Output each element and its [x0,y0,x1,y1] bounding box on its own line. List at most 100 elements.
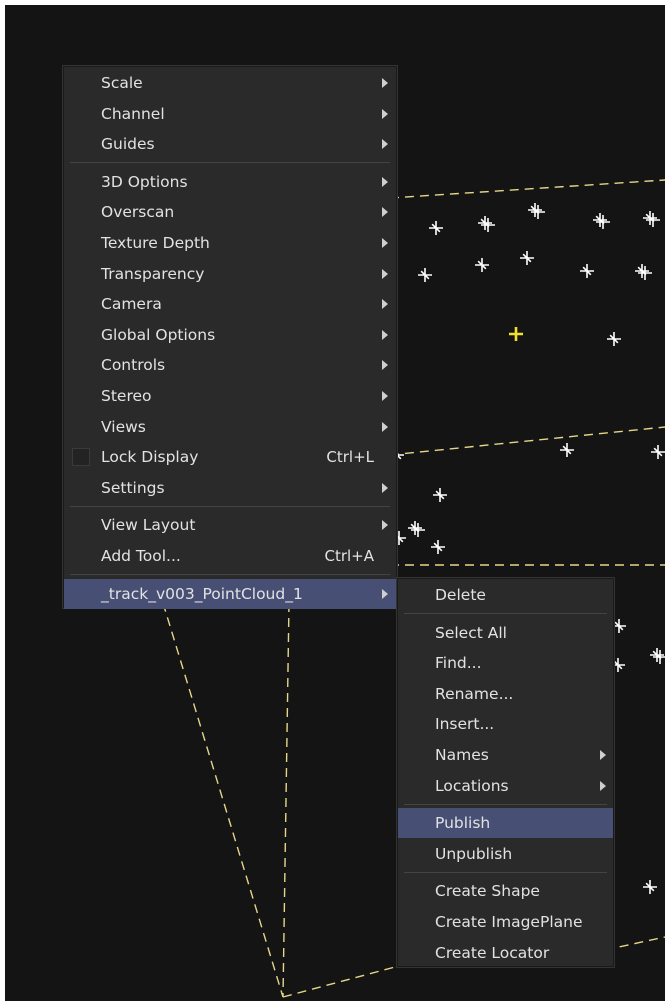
menu-item-rename[interactable]: Rename... [398,679,613,709]
menu-item-lock-display[interactable]: Lock Display Ctrl+L [64,442,396,472]
submenu-arrow-icon [382,482,388,493]
menu-item-overscan[interactable]: Overscan [64,197,396,227]
point-marker [560,443,574,457]
point-marker [593,213,610,229]
guide-line [282,602,290,998]
point-marker [635,264,652,280]
menu-item-label: Guides [101,135,155,154]
menu-item-label: Scale [101,74,143,92]
menu-item-label: Create ImagePlane [435,913,583,931]
shortcut-label: Ctrl+L [326,448,374,467]
submenu-arrow-icon [600,750,606,760]
menu-item-label: Create Locator [435,943,550,962]
menu-item-label: Transparency [101,264,205,283]
point-marker [418,268,432,282]
point-marker [643,211,660,227]
point-marker [528,203,545,219]
menu-item-3d-options[interactable]: 3D Options [64,167,396,197]
menu-item-scale[interactable]: Scale [64,68,396,98]
selected-point-marker [509,327,523,341]
guide-line [282,966,396,998]
submenu-arrow-icon [600,780,606,791]
point-marker [431,540,445,554]
menu-item-track-v003-pointcloud-1[interactable]: _track_v003_PointCloud_1 [64,578,396,609]
menu-item-label: _track_v003_PointCloud_1 [101,584,303,603]
menu-item-select-all[interactable]: Select All [398,618,613,648]
guide-line [389,426,665,456]
menu-item-views[interactable]: Views [64,412,396,442]
menu-item-find[interactable]: Find... [398,648,613,678]
menu-item-label: Delete [435,586,486,604]
menu-item-label: Overscan [101,203,175,222]
menu-item-texture-depth[interactable]: Texture Depth [64,228,396,258]
menu-item-delete[interactable]: Delete [398,580,613,610]
menu-item-guides[interactable]: Guides [64,129,396,159]
menu-item-label: Add Tool... [101,547,181,565]
menu-item-label: Lock Display [101,448,199,467]
menu-item-create-shape[interactable]: Create Shape [398,876,613,906]
point-marker [650,648,665,664]
menu-separator [404,613,607,615]
menu-item-camera[interactable]: Camera [64,289,396,319]
point-marker [651,445,665,459]
menu-item-label: Find... [435,654,482,673]
menu-item-create-imageplane[interactable]: Create ImagePlane [398,907,613,937]
3d-viewport[interactable]: Scale Channel Guides 3D Options Overscan Text… [5,5,665,1001]
point-marker [475,258,489,272]
menu-item-label: Names [435,746,489,764]
menu-item-label: Select All [435,623,507,642]
point-marker [433,488,447,502]
submenu-arrow-icon [382,588,388,599]
submenu-arrow-icon [382,268,388,279]
menu-item-label: View Layout [101,516,196,535]
submenu-arrow-icon [382,520,388,531]
menu-item-label: Rename... [435,684,514,703]
menu-item-settings[interactable]: Settings [64,473,396,503]
point-marker [612,619,626,633]
menu-item-channel[interactable]: Channel [64,99,396,129]
point-marker [478,216,495,232]
shortcut-label: Ctrl+A [324,547,374,565]
point-marker [520,251,534,265]
menu-item-transparency[interactable]: Transparency [64,259,396,289]
viewport-context-menu: Scale Channel Guides 3D Options Overscan Text… [63,66,397,609]
submenu-arrow-icon [382,139,388,150]
lock-display-checkbox[interactable] [72,448,90,467]
menu-item-global-options[interactable]: Global Options [64,320,396,350]
menu-item-locations[interactable]: Locations [398,771,613,801]
menu-item-insert[interactable]: Insert... [398,709,613,739]
menu-item-label: Unpublish [435,844,513,863]
point-marker [429,221,443,235]
submenu-arrow-icon [382,176,388,187]
menu-item-controls[interactable]: Controls [64,350,396,380]
menu-item-label: Create Shape [435,882,540,901]
menu-item-create-locator[interactable]: Create Locator [398,938,613,968]
guide-line [389,179,665,199]
menu-item-stereo[interactable]: Stereo [64,381,396,411]
point-marker [408,521,425,537]
menu-item-label: 3D Options [101,172,188,191]
submenu-arrow-icon [382,108,388,119]
point-marker [580,264,594,278]
menu-item-label: Settings [101,478,165,497]
menu-item-label: Insert... [435,715,495,734]
menu-item-view-layout[interactable]: View Layout [64,510,396,540]
menu-item-label: Camera [101,295,162,314]
menu-item-add-tool[interactable]: Add Tool... Ctrl+A [64,541,396,571]
menu-separator [404,803,607,805]
submenu-arrow-icon [382,299,388,310]
point-cloud-submenu: Delete Select All Find... Rename... Insert..… [397,578,614,967]
menu-item-publish[interactable]: Publish [398,808,613,839]
menu-separator [70,574,390,576]
menu-item-label: Locations [435,776,509,795]
menu-separator [70,505,390,507]
submenu-arrow-icon [382,360,388,371]
menu-separator [70,162,390,164]
menu-item-label: Texture Depth [101,234,210,252]
menu-item-label: Stereo [101,387,152,405]
menu-separator [404,871,607,873]
menu-item-names[interactable]: Names [398,740,613,770]
menu-item-unpublish[interactable]: Unpublish [398,839,613,869]
point-marker [607,332,621,346]
submenu-arrow-icon [382,207,388,218]
